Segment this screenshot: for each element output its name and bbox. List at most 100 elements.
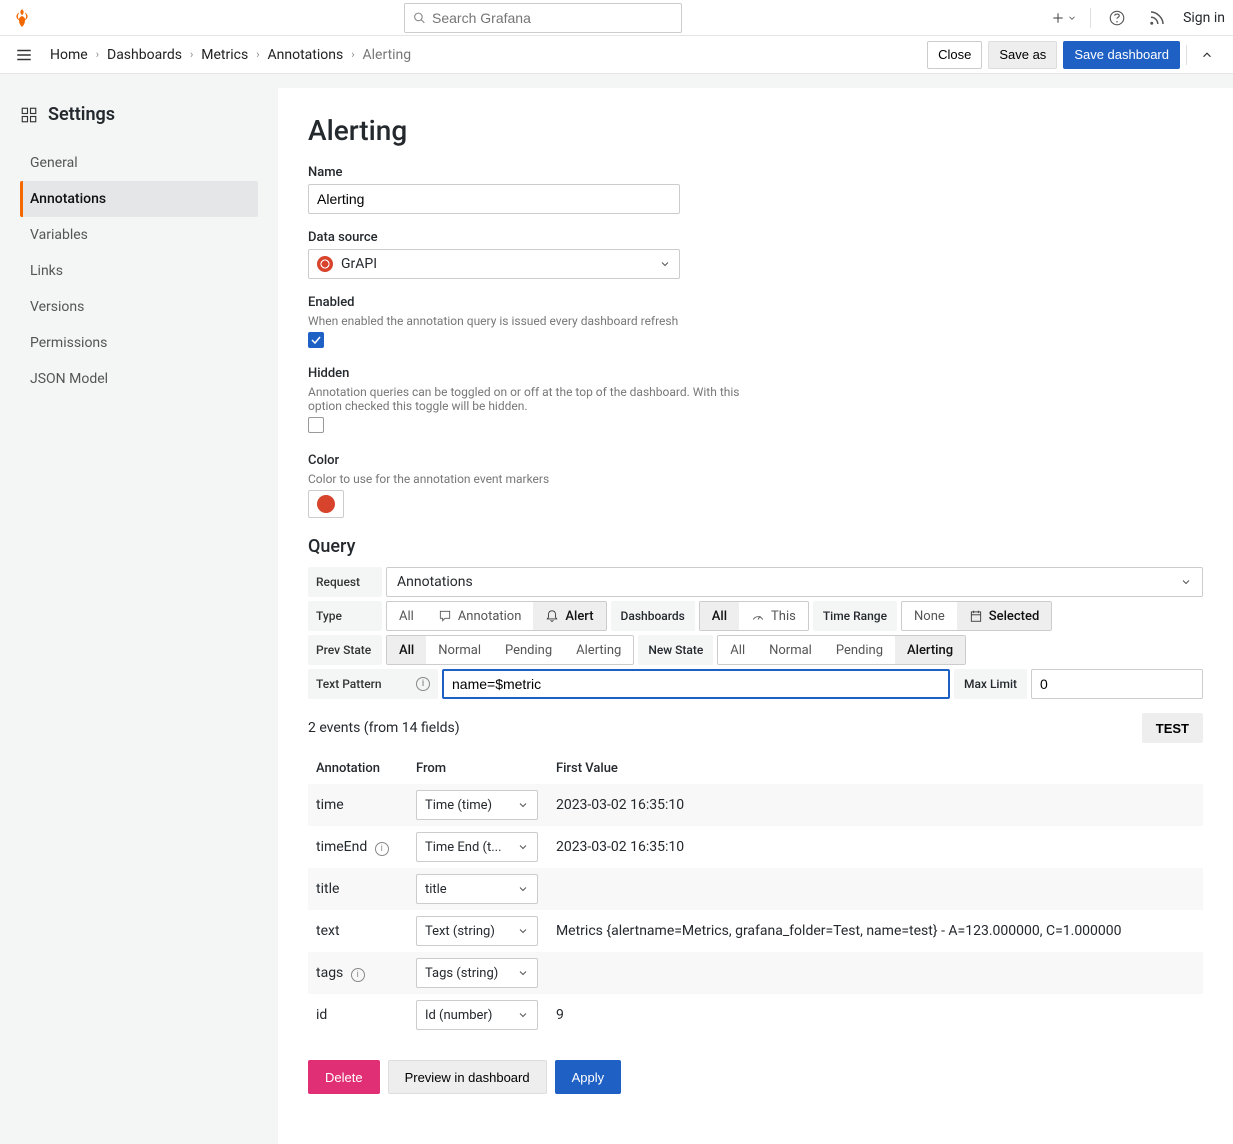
request-select[interactable]: Annotations (386, 567, 1203, 597)
datasource-select[interactable]: GrAPI (308, 249, 680, 279)
newstate-normal[interactable]: Normal (757, 636, 824, 664)
dashboards-this[interactable]: This (739, 602, 808, 630)
sidebar-item-links[interactable]: Links (20, 253, 258, 289)
col-annotation: Annotation (308, 753, 408, 784)
name-label: Name (308, 165, 1203, 180)
info-icon[interactable]: i (416, 677, 430, 691)
from-select[interactable]: title (416, 874, 538, 904)
chevron-down-icon (517, 883, 529, 895)
collapse-button[interactable] (1193, 41, 1221, 69)
cell-value: 9 (548, 994, 1203, 1036)
from-select[interactable]: Text (string) (416, 916, 538, 946)
grafana-logo[interactable] (8, 4, 36, 32)
cell-annotation: text (308, 910, 408, 952)
breadcrumb-sep: › (256, 48, 259, 61)
chevron-down-icon (1180, 576, 1192, 588)
chevron-down-icon (1067, 13, 1077, 23)
comment-icon (438, 609, 452, 623)
sidebar-item-general[interactable]: General (20, 145, 258, 181)
menu-toggle[interactable] (12, 43, 36, 67)
info-icon[interactable]: i (351, 968, 365, 982)
table-row: timeEnd i Time End (t... 2023-03-02 16:35:… (308, 826, 1203, 868)
maxlimit-input[interactable] (1031, 669, 1203, 699)
gauge-icon (751, 609, 765, 623)
dashboards-group: All This (699, 601, 809, 631)
sidebar-item-versions[interactable]: Versions (20, 289, 258, 325)
col-from: From (408, 753, 548, 784)
breadcrumb-item[interactable]: Metrics (201, 47, 248, 63)
chevron-up-icon (1200, 48, 1214, 62)
type-annotation[interactable]: Annotation (426, 602, 534, 630)
close-button[interactable]: Close (927, 41, 982, 69)
prevstate-group: All Normal Pending Alerting (386, 635, 634, 665)
hidden-checkbox[interactable] (308, 417, 324, 433)
maxlimit-label: Max Limit (954, 669, 1027, 699)
apply-button[interactable]: Apply (555, 1060, 622, 1094)
type-alert[interactable]: Alert (533, 602, 605, 630)
hidden-desc: Annotation queries can be toggled on or … (308, 385, 768, 413)
breadcrumb-sep: › (96, 48, 99, 61)
sidebar-item-json-model[interactable]: JSON Model (20, 361, 258, 397)
dashboards-all[interactable]: All (700, 602, 739, 630)
textpattern-input[interactable] (442, 669, 950, 699)
sidebar-item-permissions[interactable]: Permissions (20, 325, 258, 361)
search-icon (413, 11, 426, 25)
name-input[interactable] (308, 184, 680, 214)
events-count: 2 events (from 14 fields) (308, 720, 460, 736)
cell-annotation: timeEnd i (308, 826, 408, 868)
save-as-button[interactable]: Save as (988, 41, 1057, 69)
breadcrumb-item[interactable]: Home (50, 47, 88, 63)
sidebar-item-annotations[interactable]: Annotations (20, 181, 258, 217)
textpattern-label: Text Pattern i (308, 669, 438, 699)
breadcrumb-item[interactable]: Dashboards (107, 47, 182, 63)
timerange-selected[interactable]: Selected (957, 602, 1052, 630)
color-picker[interactable] (308, 490, 344, 518)
cell-value: 2023-03-02 16:35:10 (548, 784, 1203, 826)
breadcrumb-item: Alerting (363, 47, 412, 63)
enabled-checkbox[interactable] (308, 332, 324, 348)
prevstate-normal[interactable]: Normal (426, 636, 493, 664)
prevstate-label: Prev State (308, 635, 382, 665)
from-select[interactable]: Time End (t... (416, 832, 538, 862)
bell-icon (545, 609, 559, 623)
news-button[interactable] (1143, 4, 1171, 32)
delete-button[interactable]: Delete (308, 1060, 380, 1094)
info-icon[interactable]: i (375, 842, 389, 856)
add-menu-button[interactable] (1050, 4, 1078, 32)
cell-annotation: id (308, 994, 408, 1036)
table-row: time Time (time) 2023-03-02 16:35:10 (308, 784, 1203, 826)
newstate-alerting[interactable]: Alerting (895, 636, 965, 664)
sidebar-item-variables[interactable]: Variables (20, 217, 258, 253)
from-select[interactable]: Id (number) (416, 1000, 538, 1030)
newstate-pending[interactable]: Pending (824, 636, 895, 664)
table-row: id Id (number) 9 (308, 994, 1203, 1036)
search-input[interactable] (432, 10, 673, 26)
preview-button[interactable]: Preview in dashboard (388, 1060, 547, 1094)
cell-annotation: time (308, 784, 408, 826)
cell-value: Metrics {alertname=Metrics, grafana_fold… (548, 910, 1203, 952)
newstate-label: New State (638, 635, 713, 665)
timerange-none[interactable]: None (902, 602, 957, 630)
from-select[interactable]: Tags (string) (416, 958, 538, 988)
chevron-down-icon (517, 967, 529, 979)
breadcrumb-item[interactable]: Annotations (268, 47, 344, 63)
prevstate-all[interactable]: All (387, 636, 426, 664)
newstate-group: All Normal Pending Alerting (717, 635, 966, 665)
prevstate-pending[interactable]: Pending (493, 636, 564, 664)
calendar-icon (969, 609, 983, 623)
search-box[interactable] (404, 3, 682, 33)
request-label: Request (308, 567, 382, 597)
prevstate-alerting[interactable]: Alerting (564, 636, 633, 664)
from-select[interactable]: Time (time) (416, 790, 538, 820)
table-row: titletitle (308, 868, 1203, 910)
signin-link[interactable]: Sign in (1183, 10, 1225, 26)
cell-value (548, 868, 1203, 910)
save-dashboard-button[interactable]: Save dashboard (1063, 41, 1180, 69)
help-button[interactable] (1103, 4, 1131, 32)
newstate-all[interactable]: All (718, 636, 757, 664)
color-desc: Color to use for the annotation event ma… (308, 472, 768, 486)
cell-value: 2023-03-02 16:35:10 (548, 826, 1203, 868)
test-button[interactable]: TEST (1142, 713, 1203, 743)
results-table: Annotation From First Value timeTime (ti… (308, 753, 1203, 1036)
type-all[interactable]: All (387, 602, 426, 630)
